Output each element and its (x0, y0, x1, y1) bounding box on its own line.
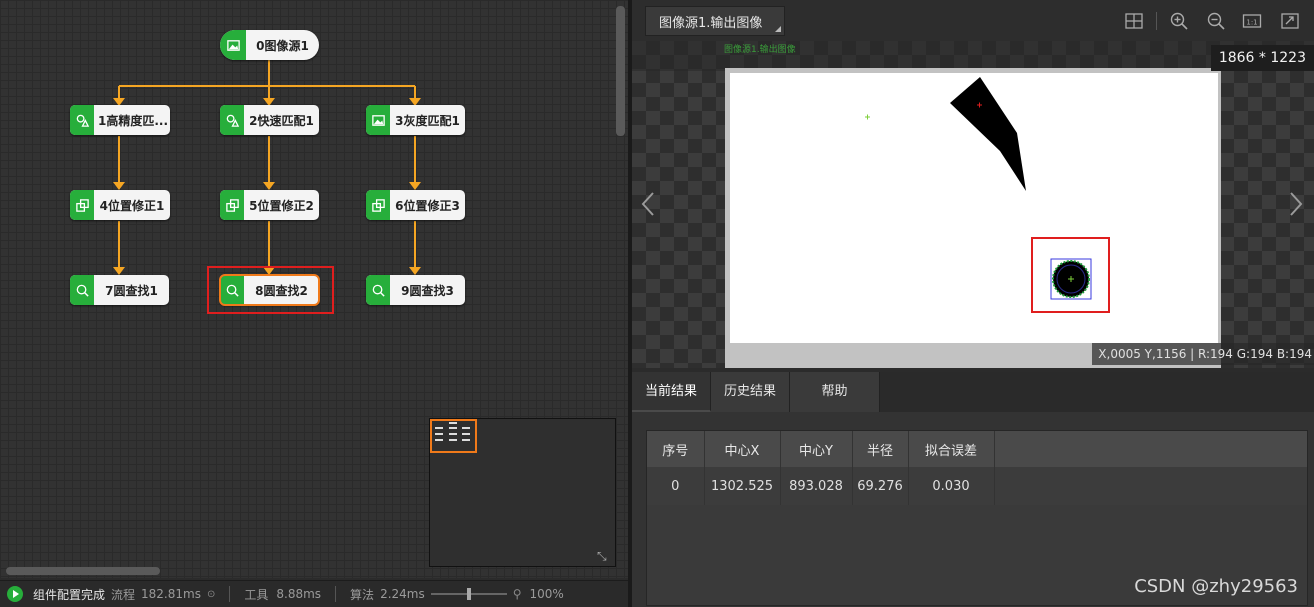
table-header-row: 序号 中心X 中心Y 半径 拟合误差 (647, 431, 1307, 467)
expand-icon[interactable]: ⊙ (207, 589, 215, 600)
flow-node-label: 7圆查找1 (105, 283, 158, 298)
resize-icon[interactable]: ⤡ (597, 550, 609, 562)
match-icon (70, 105, 94, 135)
header-filler (994, 431, 1307, 467)
minimap-viewport[interactable] (430, 419, 477, 453)
table-cell: 0 (647, 467, 705, 505)
zoom-slider[interactable] (430, 588, 507, 600)
flow-node-circle-find-1[interactable]: 7圆查找1 (70, 275, 169, 305)
algo-time-label: 算法 (350, 587, 375, 602)
image-size-label: 1866 * 1223 (1210, 45, 1314, 71)
flow-node-fast-match[interactable]: 2快速匹配1 (220, 105, 319, 135)
zoom-slider-thumb[interactable] (466, 588, 471, 600)
flow-node-label: 1高精度匹... (98, 113, 169, 128)
tool-time-value: 8.88ms (276, 587, 322, 601)
vertical-scrollbar[interactable] (616, 6, 625, 136)
position-fix-icon (220, 190, 244, 220)
flow-node-label: 0图像源1 (256, 38, 309, 53)
status-divider (335, 586, 337, 602)
table-cell: 1302.525 (704, 467, 781, 505)
flow-node-gray-match[interactable]: 3灰度匹配1 (366, 105, 465, 135)
column-header[interactable]: 半径 (852, 431, 909, 467)
table-cell: 69.276 (852, 467, 909, 505)
position-fix-icon (366, 190, 390, 220)
image-toolbar: 图像源1.输出图像 1:1 (632, 0, 1314, 41)
image-icon (220, 30, 246, 60)
watermark: CSDN @zhy29563 (1134, 576, 1298, 597)
table-cell: 0.030 (908, 467, 995, 505)
flow-node-position-fix-1[interactable]: 4位置修正1 (70, 190, 170, 220)
toolbar-divider (1156, 12, 1157, 30)
column-header[interactable]: 中心X (704, 431, 781, 467)
flow-node-label: 6位置修正3 (395, 198, 460, 213)
fit-window-icon[interactable] (1280, 11, 1300, 31)
run-icon[interactable] (7, 586, 23, 602)
row-filler (994, 467, 1307, 505)
status-text: 组件配置完成 (33, 587, 106, 602)
column-header[interactable]: 拟合误差 (908, 431, 995, 467)
flow-node-label: 4位置修正1 (99, 198, 165, 213)
result-panel: 序号 中心X 中心Y 半径 拟合误差 0 1302.525 893.028 69… (632, 412, 1314, 607)
flow-node-image-source[interactable]: 0图像源1 (220, 30, 319, 60)
column-header[interactable]: 序号 (647, 431, 705, 467)
flow-canvas[interactable]: 0图像源1 1高精度匹... 2快速匹配1 3灰度匹配1 4位置修正1 5位置修… (0, 0, 628, 578)
flow-node-label: 9圆查找3 (401, 283, 454, 298)
svg-text:1:1: 1:1 (1246, 19, 1257, 27)
selection-highlight-box (207, 266, 334, 314)
zoom-out-icon[interactable] (1206, 11, 1226, 31)
pixel-info-readout: X,0005 Y,1156 | R:194 G:194 B:194 (1092, 343, 1314, 365)
flow-node-label: 5位置修正2 (249, 198, 314, 213)
chevron-left-icon[interactable] (640, 191, 656, 217)
tool-time-label: 工具 (244, 587, 269, 602)
status-divider (229, 586, 231, 602)
minimap[interactable]: ⤡ (429, 418, 616, 567)
zoom-in-icon[interactable] (1169, 11, 1189, 31)
flow-node-label: 3灰度匹配1 (395, 113, 460, 128)
minimap-thumbnail (435, 422, 470, 441)
position-fix-icon (70, 190, 94, 220)
tab-help[interactable]: 帮助 (790, 372, 881, 412)
column-header[interactable]: 中心Y (780, 431, 853, 467)
result-table: 序号 中心X 中心Y 半径 拟合误差 0 1302.525 893.028 69… (647, 431, 1307, 505)
horizontal-scrollbar[interactable] (6, 567, 160, 575)
zoom-value: 100% (529, 587, 564, 601)
image-viewer[interactable]: 图像源1.输出图像 1866 * 1223 X,0005 Y,1156 | R:… (632, 41, 1314, 368)
flow-node-label: 2快速匹配1 (249, 113, 314, 128)
flow-node-position-fix-2[interactable]: 5位置修正2 (220, 190, 319, 220)
image-icon (366, 105, 390, 135)
actual-size-icon[interactable]: 1:1 (1242, 11, 1262, 31)
result-tabs: 当前结果 历史结果 帮助 (632, 372, 1314, 412)
dropdown-icon (775, 26, 781, 32)
match-icon (220, 105, 244, 135)
flow-node-circle-find-3[interactable]: 9圆查找3 (366, 275, 465, 305)
circle-find-icon (70, 275, 94, 305)
flow-node-high-precision-match[interactable]: 1高精度匹... (70, 105, 170, 135)
image-source-tag: 图像源1.输出图像 (724, 45, 796, 55)
table-row[interactable]: 0 1302.525 893.028 69.276 0.030 (647, 467, 1307, 505)
magnifier-icon: ⚲ (512, 587, 522, 601)
table-cell: 893.028 (780, 467, 853, 505)
tab-history-result[interactable]: 历史结果 (711, 372, 791, 412)
grid-icon[interactable] (1124, 11, 1144, 31)
black-wedge-shape (950, 77, 1026, 191)
chevron-right-icon[interactable] (1288, 191, 1304, 217)
flow-time-value: 182.81ms (141, 587, 201, 601)
circle-find-icon (366, 275, 390, 305)
image-source-select[interactable]: 图像源1.输出图像 (645, 6, 785, 36)
algo-time-value: 2.24ms (380, 587, 425, 601)
tab-current-result[interactable]: 当前结果 (632, 372, 712, 412)
image-source-value: 图像源1.输出图像 (659, 15, 763, 31)
flow-time-label: 流程 (111, 587, 136, 602)
image-overlay (865, 77, 1110, 313)
status-bar: 组件配置完成 流程 182.81ms ⊙ 工具 8.88ms 算法 2.24ms… (0, 580, 628, 607)
flow-node-position-fix-3[interactable]: 6位置修正3 (366, 190, 465, 220)
